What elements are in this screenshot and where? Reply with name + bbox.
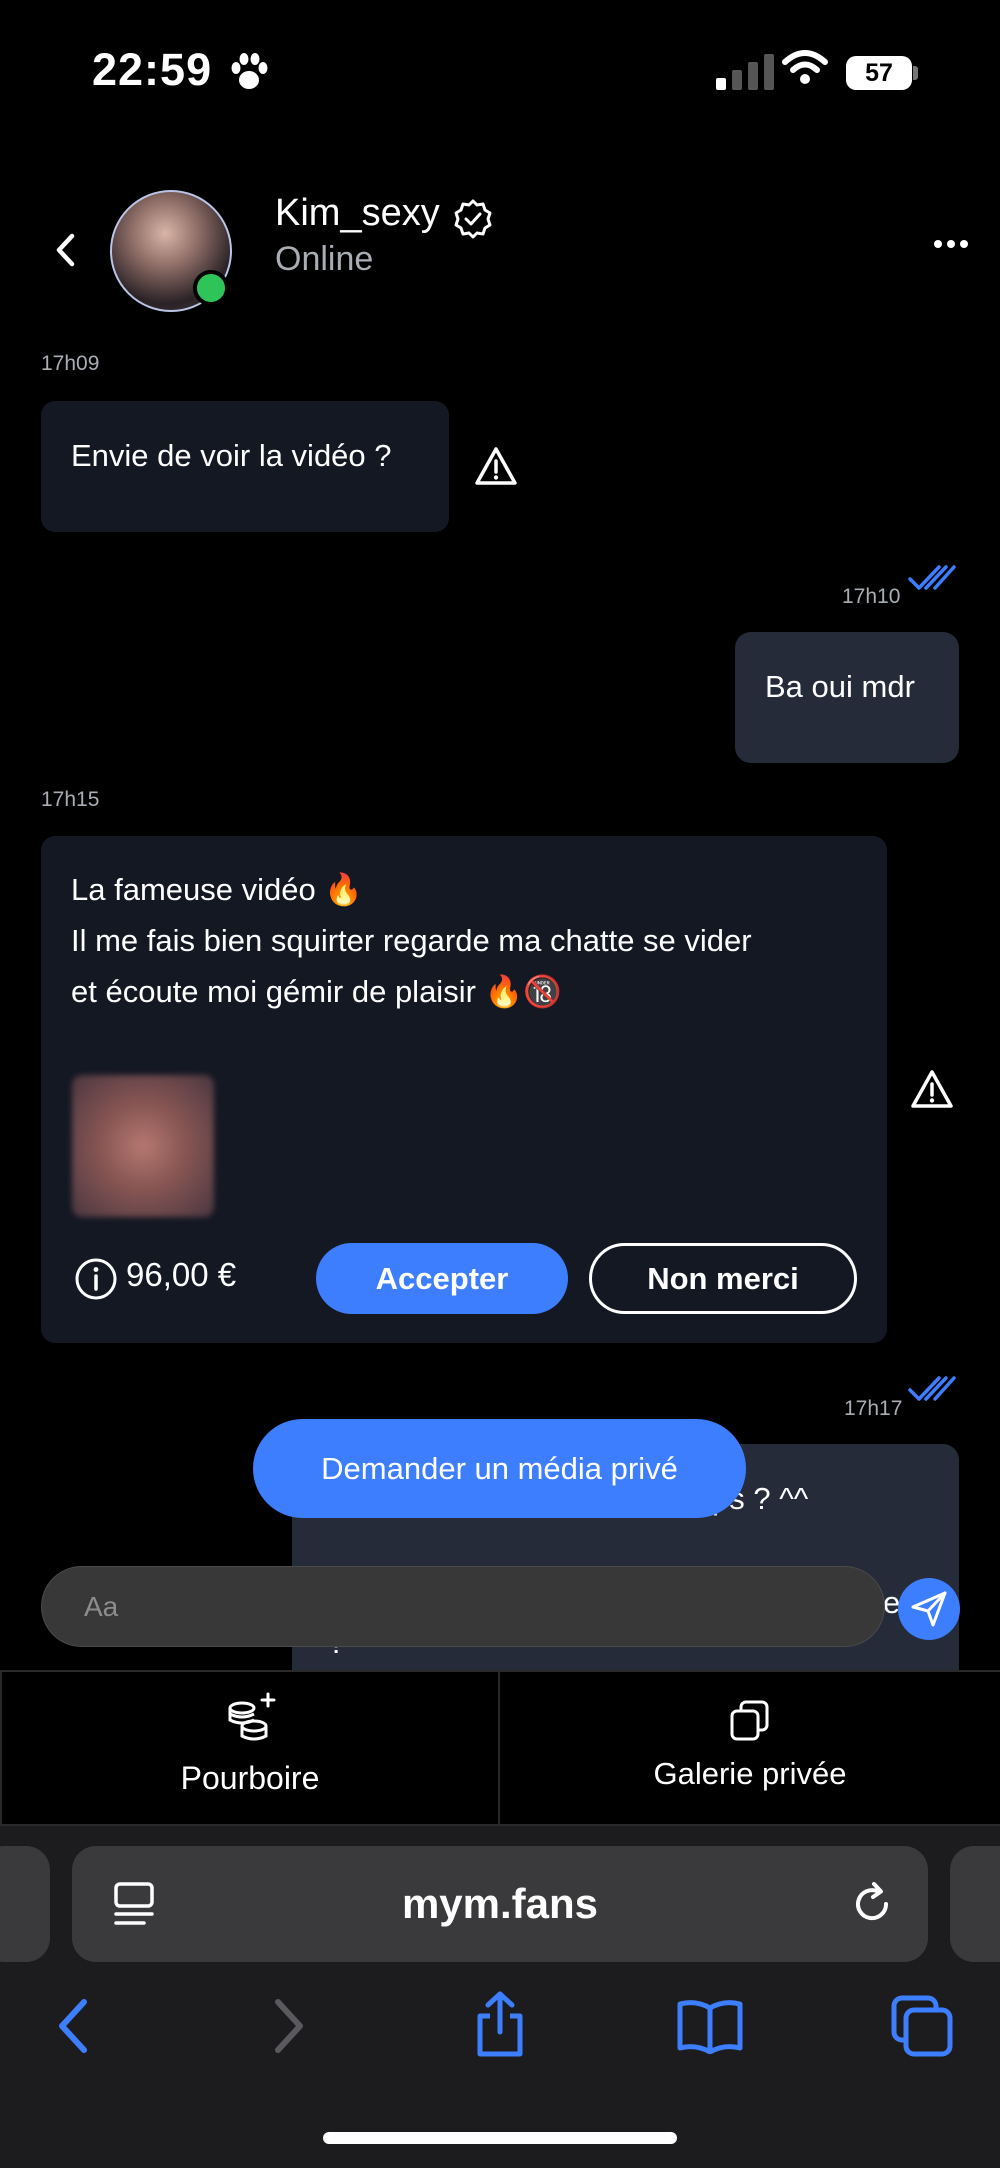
offer-text-line: et écoute moi gémir de plaisir 🔥🔞 <box>71 974 562 1009</box>
tip-label: Pourboire <box>180 1760 320 1796</box>
share-icon[interactable] <box>472 1990 528 2058</box>
outgoing-message-bubble[interactable]: Ba oui mdr <box>735 632 959 763</box>
tabs-icon[interactable] <box>890 1994 954 2058</box>
request-private-media-button[interactable]: Demander un média privé <box>253 1419 746 1518</box>
coins-plus-icon <box>228 1692 276 1741</box>
address-bar-url: mym.fans <box>401 1880 599 1927</box>
home-indicator[interactable] <box>323 2132 677 2144</box>
accept-button[interactable]: Accepter <box>316 1243 568 1314</box>
warning-icon[interactable] <box>910 1069 954 1109</box>
verified-badge-icon <box>454 199 492 239</box>
message-time: 17h15 <box>41 788 100 811</box>
online-indicator <box>193 270 229 306</box>
previous-tab-preview[interactable] <box>0 1846 50 1962</box>
more-icon[interactable] <box>934 240 968 248</box>
paw-icon <box>231 53 268 89</box>
wifi-icon <box>782 50 828 84</box>
contact-name[interactable]: Kim_sexy <box>275 192 440 235</box>
browser-back-icon[interactable] <box>54 1998 90 2054</box>
battery-tip <box>913 66 918 80</box>
send-button[interactable] <box>898 1578 960 1640</box>
copy-gallery-icon <box>730 1700 769 1741</box>
message-time: 17h09 <box>41 352 100 375</box>
battery-icon: 57 <box>846 56 912 90</box>
offer-text-line: La fameuse vidéo 🔥 <box>71 872 363 907</box>
tab-overview-icon[interactable] <box>112 1880 156 1928</box>
private-gallery-tab[interactable]: Galerie privée <box>500 1670 1000 1826</box>
message-time: 17h17 <box>844 1397 903 1420</box>
offer-text-line: Il me fais bien squirter regarde ma chat… <box>71 923 752 958</box>
decline-button[interactable]: Non merci <box>589 1243 857 1314</box>
signal-icon <box>716 52 774 90</box>
back-chevron-icon[interactable] <box>54 232 76 268</box>
message-time: 17h10 <box>842 585 901 608</box>
message-text: Envie de voir la vidéo ? <box>71 438 392 473</box>
info-icon[interactable] <box>74 1257 118 1301</box>
battery-level: 57 <box>865 58 893 87</box>
send-icon <box>911 1591 947 1627</box>
message-input[interactable] <box>41 1566 885 1647</box>
double-check-icon <box>908 1376 956 1401</box>
media-price: 96,00 € <box>126 1256 237 1293</box>
bookmarks-icon[interactable] <box>676 1998 744 2054</box>
status-time: 22:59 <box>92 44 213 95</box>
blurred-media-thumbnail[interactable] <box>72 1075 214 1217</box>
message-text: Ba oui mdr <box>765 669 915 704</box>
browser-forward-icon[interactable] <box>272 1998 308 2054</box>
reload-icon[interactable] <box>848 1880 896 1928</box>
incoming-message-bubble[interactable]: Envie de voir la vidéo ? <box>41 401 449 532</box>
warning-icon[interactable] <box>474 446 518 486</box>
gallery-label: Galerie privée <box>653 1756 847 1791</box>
next-tab-preview[interactable] <box>950 1846 1000 1962</box>
contact-status: Online <box>275 240 374 278</box>
tip-tab[interactable]: Pourboire <box>0 1670 500 1826</box>
double-check-icon <box>908 565 956 590</box>
